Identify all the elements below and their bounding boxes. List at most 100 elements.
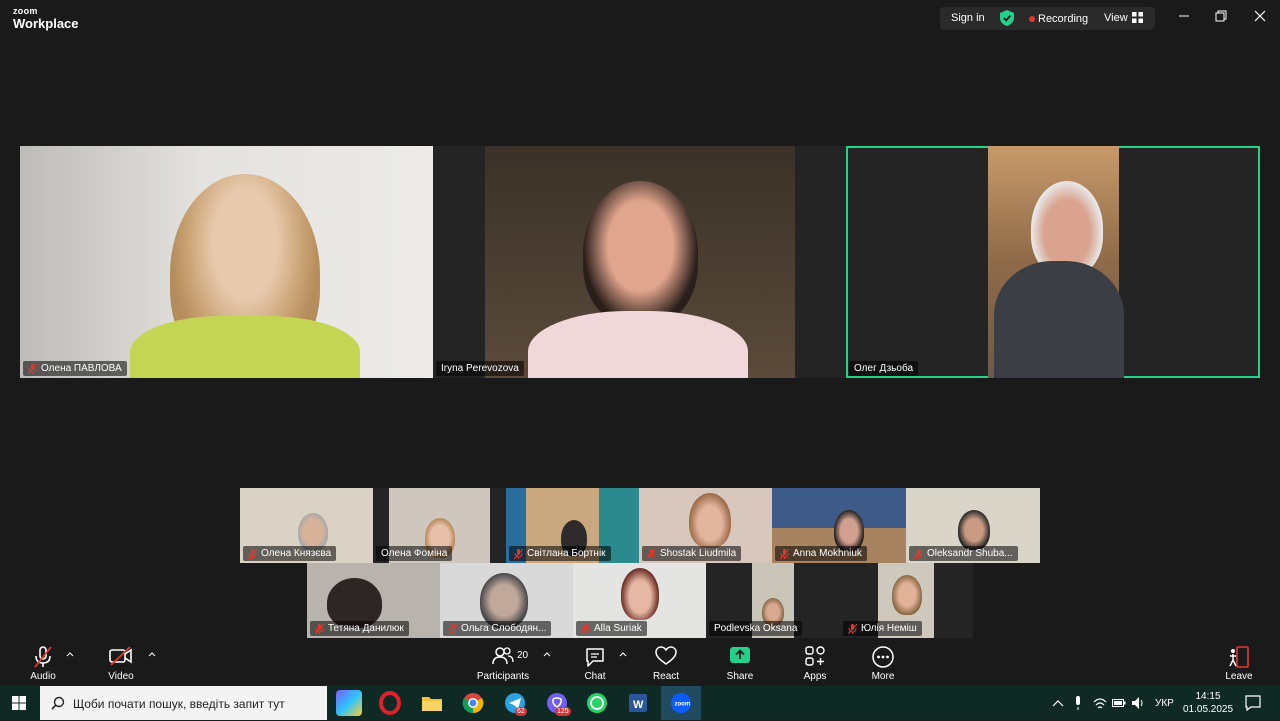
video-button[interactable]: Video [86, 638, 156, 686]
shield-check-icon[interactable] [1000, 10, 1014, 26]
clock-time: 14:15 [1195, 691, 1221, 702]
name-tag: Світлана Бортнік [509, 546, 611, 561]
more-button[interactable]: More [848, 638, 918, 686]
taskbar-search-box[interactable]: Щоби почати пошук, введіть запит тут [40, 686, 327, 720]
name-tag: Тетяна Данилюк [310, 621, 409, 636]
participant-silhouette [480, 573, 528, 628]
participant-silhouette [689, 493, 731, 548]
gallery-tile[interactable]: Світлана Бортнік [506, 488, 639, 563]
mic-muted-icon [448, 623, 457, 634]
language-indicator[interactable]: УКР [1155, 698, 1174, 709]
telegram-icon[interactable]: 62 [502, 690, 528, 716]
sign-in-button[interactable]: Sign in [951, 12, 985, 24]
mic-muted-icon [34, 646, 52, 668]
participants-button[interactable]: Participants [468, 638, 538, 686]
name-tag: Anna Mokhniuk [775, 546, 867, 561]
chat-caret-icon[interactable] [619, 651, 627, 657]
mic-muted-icon [780, 548, 789, 559]
svg-text:W: W [633, 699, 644, 711]
participant-name: Юлія Неміш [861, 623, 917, 634]
share-button[interactable]: Share [705, 638, 775, 686]
gallery-tile[interactable]: Anna Mokhniuk [772, 488, 906, 563]
gallery-tile[interactable]: Oleksandr Shuba... [906, 488, 1040, 563]
leave-button[interactable]: Leave [1204, 638, 1274, 686]
close-icon[interactable] [1253, 9, 1267, 23]
chrome-icon[interactable] [460, 690, 486, 716]
recording-indicator[interactable]: Recording [1038, 13, 1088, 25]
name-tag: Юлія Неміш [843, 621, 922, 636]
minimize-icon[interactable] [1177, 9, 1191, 23]
participants-count: 20 [517, 650, 529, 661]
taskbar-clock[interactable]: 14:15 01.05.2025 [1183, 690, 1233, 716]
mic-muted-icon [848, 623, 857, 634]
gallery-tile[interactable]: Юлія Неміш [840, 563, 973, 638]
chat-button[interactable]: Chat [560, 638, 630, 686]
participant-name: Олена Князєва [261, 548, 332, 559]
video-caret-icon[interactable] [148, 651, 156, 657]
network-icon[interactable] [1093, 696, 1107, 710]
clock-date: 01.05.2025 [1183, 704, 1234, 715]
windows-start-icon[interactable] [12, 696, 26, 710]
battery-icon[interactable] [1112, 697, 1126, 709]
gallery-tile[interactable]: Alla Suriak [573, 563, 706, 638]
volume-icon[interactable] [1131, 696, 1145, 710]
view-button[interactable]: View [1104, 12, 1128, 24]
participant-name: Олена Фоміна [381, 548, 448, 559]
name-tag: Alla Suriak [576, 621, 647, 636]
participant-name: Олег Дзьоба [854, 363, 914, 374]
windows-taskbar: Щоби почати пошук, введіть запит тут 62 … [0, 686, 1280, 720]
recording-dot-icon [1029, 16, 1035, 22]
audio-button[interactable]: Audio [8, 638, 78, 686]
share-screen-icon [730, 647, 750, 663]
microphone-tray-icon[interactable] [1073, 696, 1083, 710]
file-explorer-icon[interactable] [419, 690, 445, 716]
logo-bottom: Workplace [13, 16, 79, 31]
participant-silhouette [892, 575, 922, 615]
gallery-tile[interactable]: Олена Фоміна [373, 488, 506, 563]
gallery-tile[interactable]: Shostak Liudmila [639, 488, 772, 563]
participant-name: Олена ПАВЛОВА [41, 363, 122, 374]
participants-icon [492, 647, 514, 665]
restore-icon[interactable] [1214, 9, 1228, 23]
more-label: More [871, 671, 895, 682]
zoom-taskbar-icon[interactable]: zoom [661, 686, 701, 720]
gallery-tile[interactable]: Ольга Слободян... [440, 563, 573, 638]
share-label: Share [726, 671, 754, 682]
react-label: React [652, 671, 680, 682]
video-tile-speaker-1[interactable]: Олена ПАВЛОВА [20, 146, 433, 378]
name-tag: Shostak Liudmila [642, 546, 742, 561]
apps-label: Apps [803, 671, 827, 682]
audio-label: Audio [30, 671, 56, 682]
zoom-logo: zoom Workplace [13, 7, 79, 31]
gallery-tile[interactable]: Podlevska Oksana [706, 563, 840, 638]
notifications-icon[interactable] [1245, 695, 1261, 711]
mic-muted-icon [914, 548, 923, 559]
whatsapp-icon[interactable] [584, 690, 610, 716]
participant-silhouette [958, 510, 990, 550]
mic-muted-icon [514, 548, 523, 559]
name-tag: Олена Фоміна [376, 546, 453, 561]
participant-clothing [994, 261, 1124, 378]
title-bar: zoom Workplace Sign in Recording View [0, 0, 1280, 37]
video-tile-speaker-3[interactable]: Олег Дзьоба [846, 146, 1260, 378]
participant-silhouette [621, 568, 659, 620]
opera-icon[interactable] [377, 690, 403, 716]
name-tag: Олена ПАВЛОВА [23, 361, 127, 376]
audio-caret-icon[interactable] [66, 651, 74, 657]
participant-clothing [130, 316, 360, 378]
participants-caret-icon[interactable] [543, 651, 551, 657]
grid-view-icon[interactable] [1132, 12, 1143, 23]
name-tag: Олена Князєва [243, 546, 337, 561]
participant-name: Iryna Perevozova [441, 363, 519, 374]
gallery-tile[interactable]: Тетяна Данилюк [307, 563, 440, 638]
gallery-tile[interactable]: Олена Князєва [240, 488, 373, 563]
copilot-icon[interactable] [336, 690, 362, 716]
participant-name: Тетяна Данилюк [328, 623, 404, 634]
react-button[interactable]: React [631, 638, 701, 686]
viber-icon[interactable]: 125 [544, 690, 571, 716]
apps-button[interactable]: Apps [780, 638, 850, 686]
video-tile-speaker-2[interactable]: Iryna Perevozova [433, 146, 846, 378]
participant-name: Alla Suriak [594, 623, 642, 634]
tray-chevron-icon[interactable] [1052, 698, 1064, 708]
word-icon[interactable]: W [625, 690, 651, 716]
